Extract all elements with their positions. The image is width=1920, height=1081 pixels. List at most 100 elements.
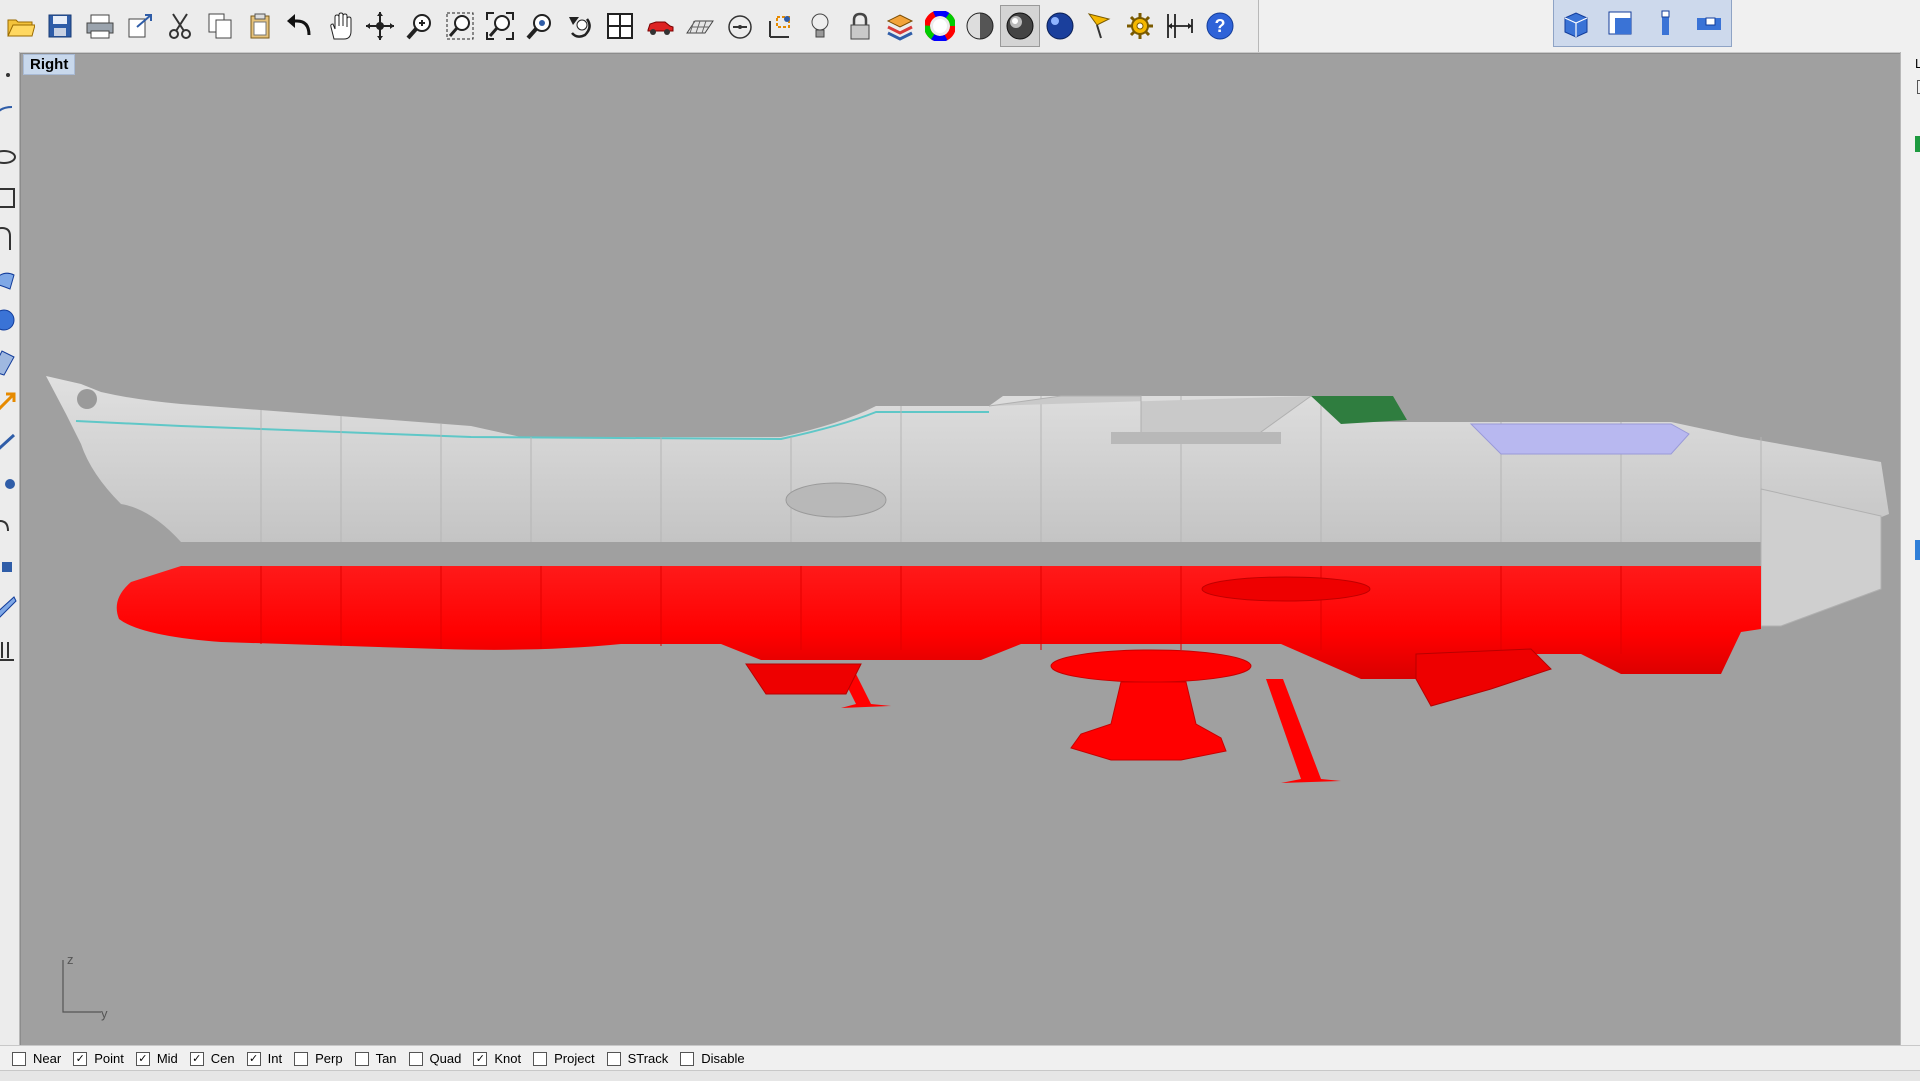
- undo-button[interactable]: [281, 6, 319, 46]
- rectangle-button[interactable]: [0, 183, 18, 213]
- osnap-tan[interactable]: Tan: [354, 1046, 397, 1071]
- mesh-icon: [0, 642, 14, 661]
- osnap-checkbox[interactable]: [680, 1051, 695, 1066]
- snap-button[interactable]: [0, 552, 18, 582]
- cut-button[interactable]: [161, 6, 199, 46]
- viewport-tabs: [1553, 0, 1732, 47]
- undo-view-button[interactable]: [561, 6, 599, 46]
- circle-snap-icon: [728, 15, 752, 39]
- ellipse-button[interactable]: [0, 142, 18, 172]
- array-button[interactable]: [0, 511, 18, 541]
- zoom-button[interactable]: [401, 6, 439, 46]
- snap-icon: [2, 562, 12, 572]
- zoom-extents-button[interactable]: [481, 6, 519, 46]
- analyze-icon: [0, 596, 17, 618]
- print-button[interactable]: [81, 6, 119, 46]
- spaceship-model[interactable]: [21, 54, 1901, 1045]
- grid-plane-button[interactable]: [681, 6, 719, 46]
- right-panel: L: [1900, 52, 1920, 1045]
- curve-button[interactable]: [0, 224, 18, 254]
- osnap-cen[interactable]: Cen: [189, 1046, 235, 1071]
- osnap-knot[interactable]: Knot: [473, 1046, 521, 1071]
- status-strip: [0, 1070, 1920, 1081]
- perspective-view-button[interactable]: [1559, 6, 1593, 40]
- osnap-point[interactable]: Point: [73, 1046, 124, 1071]
- point-icon: [6, 73, 10, 77]
- circle-arc-icon: [0, 106, 13, 112]
- osnap-disable[interactable]: Disable: [680, 1046, 745, 1071]
- osnap-checkbox[interactable]: [135, 1051, 150, 1066]
- gumball-icon: [769, 16, 790, 38]
- gumball-button[interactable]: [761, 6, 799, 46]
- render-button[interactable]: [1041, 6, 1079, 46]
- layer-button[interactable]: [881, 6, 919, 46]
- open-button[interactable]: [1, 6, 39, 46]
- color-wheel-icon: [925, 11, 955, 41]
- color-wheel-button[interactable]: [921, 6, 959, 46]
- lock-button[interactable]: [841, 6, 879, 46]
- osnap-checkbox[interactable]: [408, 1051, 423, 1066]
- center-pod: [1070, 681, 1227, 761]
- center-pod-top: [1050, 649, 1252, 683]
- viewport-right[interactable]: Right z y: [20, 53, 1902, 1046]
- osnap-strack[interactable]: STrack: [606, 1046, 669, 1071]
- osnap-checkbox[interactable]: [12, 1051, 26, 1066]
- four-viewports-button[interactable]: [601, 6, 639, 46]
- paste-button[interactable]: [241, 6, 279, 46]
- osnap-label: Disable: [701, 1051, 745, 1066]
- shaded-sphere-button[interactable]: [961, 6, 999, 46]
- right-panel-label: L: [1915, 56, 1920, 71]
- gear-settings-button[interactable]: [1121, 6, 1159, 46]
- osnap-checkbox[interactable]: [354, 1051, 369, 1066]
- zoom-window-button[interactable]: [441, 6, 479, 46]
- save-button[interactable]: [41, 6, 79, 46]
- osnap-checkbox[interactable]: [606, 1051, 621, 1066]
- dimension-tool-button[interactable]: [0, 429, 18, 459]
- osnap-checkbox[interactable]: [473, 1051, 488, 1066]
- lightbulb-button[interactable]: [801, 6, 839, 46]
- copy-button[interactable]: [201, 6, 239, 46]
- osnap-near[interactable]: Near: [12, 1046, 61, 1071]
- osnap-checkbox[interactable]: [73, 1051, 88, 1066]
- osnap-mid[interactable]: Mid: [135, 1046, 178, 1071]
- rendered-sphere-button[interactable]: [1000, 5, 1040, 47]
- rotate-view-button[interactable]: [361, 6, 399, 46]
- point-cloud-button[interactable]: [0, 470, 18, 500]
- top-view-icon: [1608, 11, 1632, 35]
- dimension-button[interactable]: [1161, 6, 1199, 46]
- oval-hatch: [785, 482, 887, 518]
- export-button[interactable]: [121, 6, 159, 46]
- car-button[interactable]: [641, 6, 679, 46]
- mesh-button[interactable]: [0, 634, 18, 664]
- extrude-icon: [0, 350, 15, 376]
- flag-button[interactable]: [1081, 6, 1119, 46]
- osnap-quad[interactable]: Quad: [408, 1046, 461, 1071]
- osnap-checkbox[interactable]: [189, 1051, 204, 1066]
- osnap-checkbox[interactable]: [246, 1051, 261, 1066]
- osnap-checkbox[interactable]: [294, 1051, 309, 1066]
- pan-hand-button[interactable]: [321, 6, 359, 46]
- osnap-int[interactable]: Int: [246, 1046, 282, 1071]
- osnap-perp[interactable]: Perp: [294, 1046, 343, 1071]
- osnap-label: STrack: [627, 1051, 669, 1066]
- extrude-button[interactable]: [0, 347, 18, 377]
- right-view-button[interactable]: [1692, 6, 1726, 40]
- engine-pod: [1415, 648, 1552, 707]
- top-view-button[interactable]: [1603, 6, 1637, 40]
- front-view-button[interactable]: [1648, 6, 1682, 40]
- osnap-label: Knot: [494, 1051, 522, 1066]
- sphere-button[interactable]: [0, 306, 18, 336]
- osnap-checkbox[interactable]: [533, 1051, 548, 1066]
- zoom-selected-button[interactable]: [521, 6, 559, 46]
- transform-button[interactable]: [0, 388, 18, 418]
- print-icon: [86, 14, 114, 39]
- circle-snap-button[interactable]: [721, 6, 759, 46]
- viewport-title[interactable]: Right: [23, 54, 76, 75]
- surface-button[interactable]: [0, 265, 18, 295]
- point-button[interactable]: [0, 60, 18, 90]
- top-bar: ?: [0, 0, 1920, 53]
- help-button[interactable]: ?: [1201, 6, 1239, 46]
- osnap-project[interactable]: Project: [533, 1046, 595, 1071]
- circle-arc-button[interactable]: [0, 101, 18, 131]
- analyze-button[interactable]: [0, 593, 18, 623]
